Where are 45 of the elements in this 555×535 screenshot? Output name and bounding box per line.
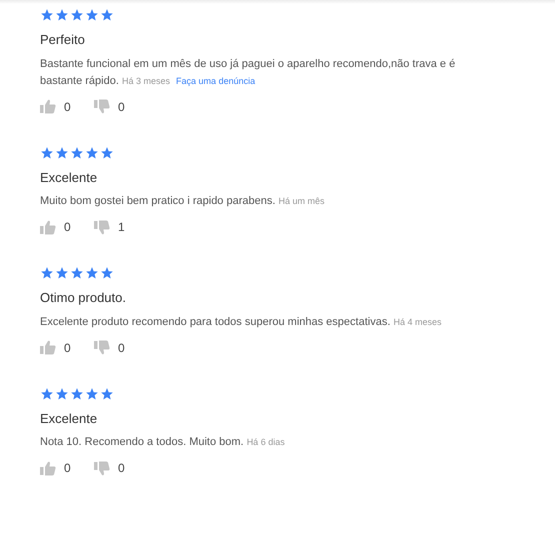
star-icon (40, 8, 54, 22)
star-icon (100, 8, 114, 22)
dislike-count: 0 (118, 460, 125, 477)
review-title: Excelente (40, 410, 98, 428)
thumbs-down-icon[interactable] (94, 220, 110, 234)
like-count: 0 (64, 340, 72, 356)
like-count: 0 (64, 219, 72, 236)
star-icon (55, 386, 69, 400)
report-link[interactable]: Faça uma denúncia (176, 76, 256, 86)
star-icon (100, 386, 114, 400)
like-count: 0 (64, 460, 72, 477)
thumbs-up-icon[interactable] (40, 460, 56, 476)
review-title: Excelente (40, 168, 98, 186)
star-icon (55, 146, 69, 160)
dislike-count: 0 (118, 340, 125, 356)
thumbs-down-icon[interactable] (94, 340, 110, 355)
star-icon (85, 266, 99, 280)
dislike-count: 0 (118, 98, 125, 116)
review-text: Bastante funcional em um mês de uso já paguei o aparelho recomendo,não trava e é bastante rápido. Há 3 meses Faça uma denúncia (40, 56, 456, 88)
thumbs-up-icon[interactable] (40, 340, 56, 355)
dislike-count: 1 (118, 219, 125, 236)
star-icon (70, 386, 84, 400)
review-text: Excelente produto recomendo para todos superou minhas espectativas. Há 4 meses (40, 314, 442, 330)
review-title: Perfeito (40, 31, 86, 49)
star-icon (85, 146, 99, 160)
star-icon (85, 386, 99, 400)
star-icon (100, 266, 114, 280)
star-icon (55, 266, 69, 280)
star-icon (85, 8, 99, 22)
star-icon (100, 146, 114, 160)
like-count: 0 (64, 98, 72, 116)
star-icon (70, 146, 84, 160)
review-text: Muito bom gostei bem pratico i rapido parabens. Há um mês (40, 194, 326, 209)
star-icon (70, 8, 84, 22)
thumbs-down-icon[interactable] (94, 460, 110, 476)
star-icon (70, 266, 84, 280)
thumbs-down-icon[interactable] (94, 99, 110, 114)
star-icon (40, 266, 54, 280)
star-icon (40, 146, 54, 160)
star-icon (55, 8, 69, 22)
review-text: Nota 10. Recomendo a todos. Muito bom. Há 6 dias (40, 435, 286, 450)
star-icon (40, 386, 54, 400)
review-title: Otimo produto. (40, 289, 127, 307)
thumbs-up-icon[interactable] (40, 99, 56, 114)
thumbs-up-icon[interactable] (40, 220, 56, 234)
